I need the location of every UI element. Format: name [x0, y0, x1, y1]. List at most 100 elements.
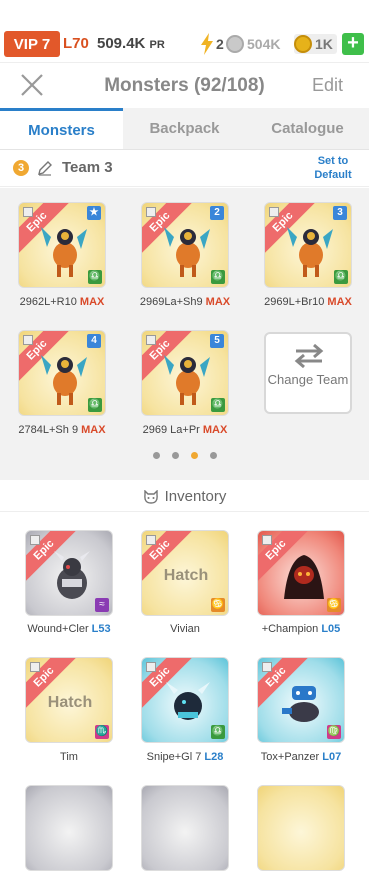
inventory-card-5[interactable]: Epic ♎ [141, 657, 229, 743]
max-tag: MAX [202, 424, 228, 436]
team-label-3: 2969L+Br10 MAX [248, 296, 368, 308]
power-rating: 509.4K PR [97, 35, 165, 52]
inventory-label-6: Tox+Panzer L07 [241, 751, 361, 763]
monster-pegasus-icon [41, 355, 87, 405]
monster-name: 2969La+Sh9 [139, 296, 203, 308]
gem-value: 1K [315, 36, 333, 52]
team-name[interactable]: Team 3 [62, 159, 113, 176]
page-dot[interactable] [209, 452, 217, 459]
inventory-card-9[interactable] [257, 785, 345, 871]
slot-badge: 2 [210, 206, 224, 220]
page-indicator [0, 452, 369, 459]
status-bar: VIP 7 L70 509.4K PR 2 504K 1K + [0, 0, 369, 62]
inventory-label-1: Wound+Cler L53 [9, 623, 129, 635]
tab-monsters[interactable]: Monsters [0, 108, 123, 149]
inventory-label-5: Snipe+Gl 7 L28 [125, 751, 245, 763]
box-icon [269, 207, 279, 217]
inventory-label-4: Tim [9, 751, 129, 763]
page-dot-active[interactable] [190, 452, 198, 459]
slot-badge: 5 [210, 334, 224, 348]
zodiac-libra-icon: ♎ [88, 398, 102, 412]
team-card-5[interactable]: Epic 5 ♎ [141, 330, 229, 416]
set-default-button[interactable]: Set to Default [311, 154, 355, 182]
monster-name: 2962L+R10 [19, 296, 77, 308]
change-team-label: Change Team [267, 372, 349, 387]
energy-bolt-icon [201, 33, 213, 55]
gem-counter[interactable]: 1K [294, 34, 337, 54]
zodiac-cancer-icon: ♋ [211, 598, 225, 612]
team-card-4[interactable]: Epic 4 ♎ [18, 330, 106, 416]
level-tag: L53 [91, 623, 111, 635]
page-dot[interactable] [152, 452, 160, 459]
zodiac-libra-icon: ♎ [88, 270, 102, 284]
inventory-card-8[interactable] [141, 785, 229, 871]
box-icon [146, 662, 156, 672]
inventory-card-4[interactable]: Epic Hatch ♏ [25, 657, 113, 743]
pencil-icon[interactable] [36, 159, 54, 177]
team-card-1[interactable]: Epic ★ ♎ [18, 202, 106, 288]
edit-button[interactable]: Edit [312, 75, 343, 96]
tab-catalogue[interactable]: Catalogue [246, 108, 369, 149]
monster-name: Snipe+Gl 7 [146, 751, 202, 763]
monster-armored-icon [54, 551, 90, 599]
box-icon [146, 207, 156, 217]
slot-badge: 4 [87, 334, 101, 348]
vip-badge[interactable]: VIP 7 [4, 31, 60, 57]
tab-backpack[interactable]: Backpack [123, 108, 246, 149]
max-tag: MAX [81, 424, 106, 436]
inventory-label-2: Vivian [125, 623, 245, 635]
set-default-label: Set to Default [314, 155, 352, 181]
monster-name: Wound+Cler [27, 623, 89, 635]
monster-name: Tox+Panzer [260, 751, 320, 763]
inventory-card-7[interactable] [25, 785, 113, 871]
level-tag: L07 [322, 751, 342, 763]
inventory-card-2[interactable]: Epic Hatch ♋ [141, 530, 229, 616]
monster-name: 2969 La+Pr [142, 424, 200, 436]
zodiac-virgo-icon: ♍ [327, 725, 341, 739]
page-dot[interactable] [171, 452, 179, 459]
zodiac-libra-icon: ♎ [334, 270, 348, 284]
player-level: L70 [63, 35, 89, 52]
resource-row: VIP 7 L70 509.4K PR 2 504K 1K + [0, 31, 369, 57]
team-label-2: 2969La+Sh9 MAX [125, 296, 245, 308]
box-icon [262, 662, 272, 672]
monster-pegasus-icon [164, 227, 210, 277]
power-value: 509.4K [97, 35, 146, 52]
monster-pegasus-icon [164, 355, 210, 405]
resource-counter[interactable]: 504K [226, 34, 280, 54]
hatch-label: Hatch [163, 567, 209, 584]
inventory-card-3[interactable]: Epic ♋ [257, 530, 345, 616]
zodiac-scorpio-icon: ♏ [95, 725, 109, 739]
zodiac-libra-icon: ♎ [211, 725, 225, 739]
monster-name: +Champion [261, 623, 319, 635]
monster-pegasus-icon [41, 227, 87, 277]
inventory-grid: Epic ≈ Wound+Cler L53 Epic Hatch ♋ Vivia… [0, 513, 369, 871]
team-card-2[interactable]: Epic 2 ♎ [141, 202, 229, 288]
energy-counter[interactable]: 2 [200, 31, 224, 57]
gold-coin-icon [294, 35, 312, 53]
grey-coin-icon [226, 35, 244, 53]
max-tag: MAX [205, 296, 231, 308]
change-team-button[interactable]: Change Team [264, 332, 352, 414]
team-card-3[interactable]: Epic 3 ♎ [264, 202, 352, 288]
team-label-4: 2784L+Sh 9 MAX [2, 424, 122, 436]
power-unit: PR [149, 39, 165, 51]
monster-robot-icon [282, 686, 319, 722]
monster-hooded-icon [284, 555, 324, 599]
tab-bar: Monsters Backpack Catalogue [0, 108, 369, 150]
team-label-1: 2962L+R10 MAX [2, 296, 122, 308]
box-icon [30, 662, 40, 672]
box-icon [262, 535, 272, 545]
swap-arrows-icon [294, 344, 324, 368]
inventory-card-1[interactable]: Epic ≈ [25, 530, 113, 616]
monster-name: 2784L+Sh 9 [18, 424, 79, 436]
page-header: Monsters (92/108) Edit [0, 62, 369, 108]
box-icon [146, 535, 156, 545]
zodiac-libra-icon: ♎ [211, 270, 225, 284]
inventory-card-6[interactable]: Epic ♍ [257, 657, 345, 743]
resource-value: 504K [247, 36, 281, 52]
add-currency-button[interactable]: + [342, 33, 364, 55]
inventory-header: Inventory [0, 482, 369, 512]
zodiac-libra-icon: ♎ [211, 398, 225, 412]
monster-face-icon [143, 489, 158, 504]
